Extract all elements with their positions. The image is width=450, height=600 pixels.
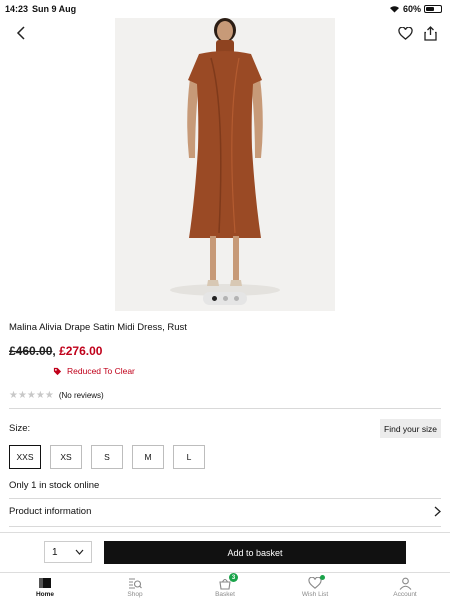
chevron-left-icon xyxy=(16,26,25,40)
status-date: Sun 9 Aug xyxy=(32,4,77,14)
wish-list-dot xyxy=(320,575,325,580)
size-option-xxs[interactable]: XXS xyxy=(9,445,41,469)
tab-label: Shop xyxy=(127,591,143,598)
divider xyxy=(9,526,441,527)
stock-status: Only 1 in stock online xyxy=(9,480,100,491)
price-row: £460.00, £276.00 xyxy=(9,344,102,358)
product-information-label: Product information xyxy=(9,506,92,517)
heart-icon xyxy=(397,26,413,40)
tab-label: Home xyxy=(35,591,55,598)
tab-shop[interactable]: Shop xyxy=(95,576,175,598)
battery-icon xyxy=(424,5,442,13)
quantity-value: 1 xyxy=(52,546,58,558)
tag-icon xyxy=(53,367,62,375)
image-carousel-dots[interactable] xyxy=(203,292,247,305)
tab-home[interactable]: Home xyxy=(5,576,85,598)
wishlist-button[interactable] xyxy=(394,22,416,44)
basket-count-badge: 3 xyxy=(229,573,238,582)
product-information-row[interactable]: Product information xyxy=(9,506,441,517)
chevron-down-icon xyxy=(75,549,84,555)
carousel-dot[interactable] xyxy=(211,296,217,301)
tab-label: Account xyxy=(393,591,417,598)
carousel-dot[interactable] xyxy=(222,296,228,301)
divider xyxy=(9,498,441,499)
tab-wish-list[interactable]: Wish List xyxy=(275,575,355,598)
share-icon xyxy=(423,25,437,41)
promo-label: Reduced To Clear xyxy=(53,366,135,376)
chevron-right-icon xyxy=(434,506,441,517)
size-option-s[interactable]: S xyxy=(91,445,123,469)
product-title: Malina Alivia Drape Satin Midi Dress, Ru… xyxy=(9,322,187,333)
tab-basket[interactable]: 3 Basket xyxy=(185,573,265,598)
battery-percent: 60% xyxy=(402,4,421,14)
tab-bar: Home Shop 3 Basket Wish List Account xyxy=(0,572,450,600)
star-rating-icon: ★★★★★ xyxy=(9,390,54,401)
quantity-select[interactable]: 1 xyxy=(44,541,92,563)
size-option-l[interactable]: L xyxy=(173,445,205,469)
heart-icon xyxy=(308,575,325,590)
status-right: 60% xyxy=(389,4,442,14)
tab-account[interactable]: Account xyxy=(365,576,445,598)
home-icon xyxy=(38,576,52,590)
review-count: (No reviews) xyxy=(58,391,104,400)
promo-text: Reduced To Clear xyxy=(67,366,135,376)
rating[interactable]: ★★★★★ (No reviews) xyxy=(9,390,104,401)
tab-label: Wish List xyxy=(301,591,329,598)
product-image[interactable] xyxy=(115,18,335,311)
price-separator: , xyxy=(52,344,56,358)
size-options: XXS XS S M L xyxy=(9,445,205,469)
price-now: £276.00 xyxy=(59,344,103,358)
price-was: £460.00 xyxy=(9,344,53,358)
basket-icon: 3 xyxy=(218,573,238,590)
carousel-dot[interactable] xyxy=(233,296,239,301)
shop-search-icon xyxy=(128,576,142,590)
size-label: Size: xyxy=(9,423,31,434)
add-to-basket-button[interactable]: Add to basket xyxy=(104,541,406,564)
dress-photo xyxy=(170,18,280,296)
wifi-icon xyxy=(390,6,399,13)
tab-label: Basket xyxy=(215,591,235,598)
share-button[interactable] xyxy=(419,22,441,44)
divider xyxy=(9,408,441,409)
status-bar: 14:23 Sun 9 Aug 60% xyxy=(0,0,450,18)
size-option-m[interactable]: M xyxy=(132,445,164,469)
size-option-xs[interactable]: XS xyxy=(50,445,82,469)
back-button[interactable] xyxy=(10,22,32,44)
account-icon xyxy=(399,576,412,590)
find-your-size-button[interactable]: Find your size xyxy=(380,419,441,438)
status-time: 14:23 xyxy=(5,4,29,14)
